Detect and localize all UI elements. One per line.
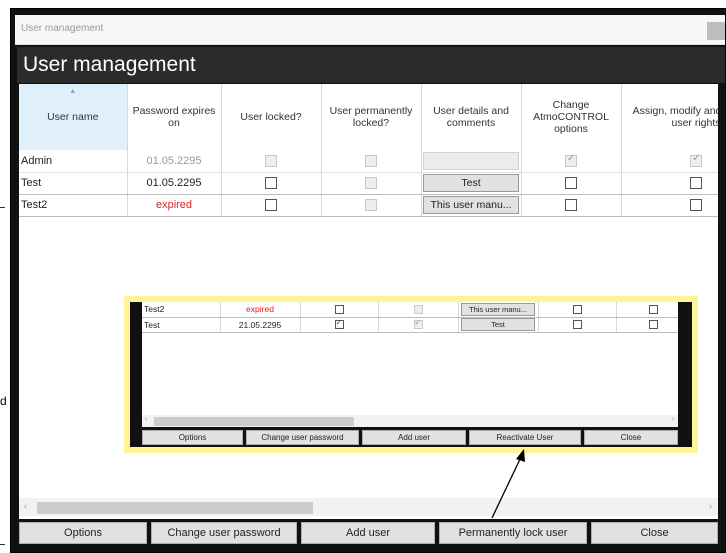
user-locked-checkbox[interactable] — [265, 199, 277, 211]
close-button[interactable]: Close — [591, 522, 718, 544]
password-expires-cell: 01.05.2295 — [127, 150, 222, 173]
column-header-details[interactable]: User details and comments — [421, 84, 522, 150]
table-row[interactable]: Test 21.05.2295 Test — [142, 317, 678, 333]
user-rights-checkbox — [690, 153, 702, 167]
column-header-permanently-locked[interactable]: User permanently locked? — [321, 84, 422, 150]
scroll-left-icon[interactable]: ‹ — [24, 501, 27, 511]
user-rights-checkbox[interactable] — [690, 199, 702, 211]
page-edge-mark — [0, 207, 5, 208]
scrollbar-thumb[interactable] — [154, 417, 354, 426]
scroll-right-icon[interactable]: › — [709, 501, 712, 511]
page-edge-mark — [0, 544, 5, 545]
password-expires-cell: expired — [127, 194, 222, 217]
permanently-locked-checkbox — [365, 177, 377, 189]
change-options-checkbox[interactable] — [572, 320, 582, 329]
user-locked-checkbox[interactable] — [334, 318, 344, 329]
password-expires-cell: 01.05.2295 — [127, 172, 222, 195]
user-rights-checkbox[interactable] — [690, 177, 702, 189]
user-details-button[interactable]: This user manu... — [423, 196, 519, 214]
change-password-button[interactable]: Change user password — [246, 430, 359, 445]
change-options-checkbox[interactable] — [565, 199, 577, 211]
permanently-locked-checkbox — [413, 304, 423, 314]
close-button[interactable]: Close — [584, 430, 678, 445]
user-locked-checkbox[interactable] — [265, 177, 277, 189]
change-options-checkbox[interactable] — [572, 304, 582, 314]
inset-users-grid: Test2 expired This user manu... Test 21.… — [142, 302, 678, 427]
options-button[interactable]: Options — [142, 430, 243, 445]
highlighted-inset-screenshot: Test2 expired This user manu... Test 21.… — [124, 296, 698, 453]
user-name-cell: Admin — [19, 150, 128, 173]
user-details-button[interactable]: Test — [461, 318, 535, 331]
column-header-password-expires[interactable]: Password expires on — [127, 84, 222, 150]
change-password-button[interactable]: Change user password — [151, 522, 297, 544]
scrollbar-thumb[interactable] — [37, 502, 313, 514]
add-user-button[interactable]: Add user — [301, 522, 435, 544]
options-button[interactable]: Options — [19, 522, 147, 544]
column-header-user-name[interactable]: ▲ User name — [19, 84, 128, 150]
inset-button-bar: Options Change user password Add user Re… — [142, 430, 678, 445]
button-bar: Options Change user password Add user Pe… — [19, 522, 718, 544]
change-options-checkbox — [565, 153, 577, 167]
window-title: User management — [21, 23, 104, 34]
users-table: ▲ User name Password expires on User lock… — [19, 84, 718, 217]
scroll-right-icon[interactable]: › — [672, 416, 674, 423]
inset-users-table: Test2 expired This user manu... Test 21.… — [142, 302, 678, 333]
add-user-button[interactable]: Add user — [362, 430, 466, 445]
user-rights-checkbox[interactable] — [648, 304, 658, 314]
user-rights-checkbox[interactable] — [648, 320, 658, 329]
horizontal-scrollbar[interactable]: ‹ › — [19, 498, 718, 516]
page-title: User management — [17, 47, 725, 83]
reactivate-user-button[interactable]: Reactivate User — [469, 430, 581, 445]
user-name-cell: Test — [142, 317, 221, 333]
user-details-button[interactable]: Test — [423, 174, 519, 192]
password-expires-cell: expired — [220, 302, 301, 318]
user-locked-checkbox[interactable] — [334, 304, 344, 314]
table-row[interactable]: Test 01.05.2295 Test — [19, 172, 718, 195]
inset-horizontal-scrollbar[interactable]: ‹ › — [142, 415, 678, 427]
user-locked-checkbox — [265, 154, 277, 167]
user-details-button[interactable]: This user manu... — [461, 302, 535, 316]
table-row[interactable]: Test2 expired This user manu... — [19, 194, 718, 217]
column-header-change-options[interactable]: Change AtmoCONTROL options — [521, 84, 622, 150]
window-control-button[interactable] — [707, 22, 725, 40]
column-header-user-locked[interactable]: User locked? — [221, 84, 322, 150]
sort-ascending-icon: ▲ — [69, 88, 77, 95]
scroll-left-icon[interactable]: ‹ — [145, 416, 147, 423]
user-details-button — [423, 151, 519, 170]
permanently-lock-user-button[interactable]: Permanently lock user — [439, 522, 587, 544]
table-row[interactable]: Admin 01.05.2295 — [19, 150, 718, 173]
change-options-checkbox[interactable] — [565, 177, 577, 189]
password-expires-cell: 21.05.2295 — [220, 317, 301, 333]
permanently-locked-checkbox — [413, 318, 423, 329]
column-header-user-rights[interactable]: Assign, modify and remove user rights — [621, 84, 718, 150]
permanently-locked-checkbox — [365, 154, 377, 167]
user-name-cell: Test2 — [142, 302, 221, 318]
inset-window: Test2 expired This user manu... Test 21.… — [130, 302, 692, 447]
user-name-cell: Test2 — [19, 194, 128, 217]
permanently-locked-checkbox — [365, 199, 377, 211]
user-name-cell: Test — [19, 172, 128, 195]
window-titlebar: User management — [15, 15, 725, 45]
table-row[interactable]: Test2 expired This user manu... — [142, 302, 678, 318]
page-side-letter: d — [0, 394, 7, 408]
